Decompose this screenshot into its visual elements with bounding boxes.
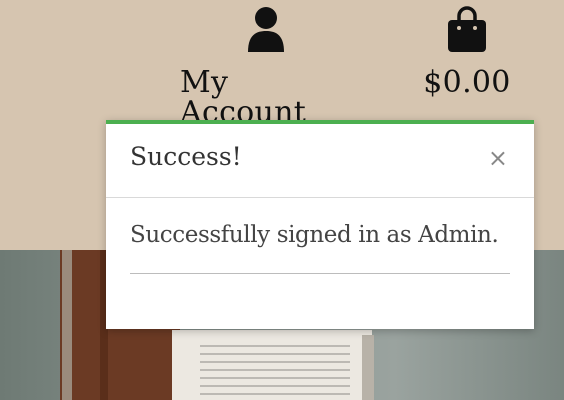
- toast-body: Successfully signed in as Admin.: [106, 198, 534, 329]
- hero-image-door-edge: [62, 250, 72, 400]
- shopping-bag-link[interactable]: $0.00: [420, 4, 514, 98]
- close-icon[interactable]: ×: [488, 146, 508, 170]
- hero-image-tape: [362, 335, 374, 400]
- success-toast: Success! × Successfully signed in as Adm…: [106, 120, 534, 329]
- my-account-link[interactable]: My Account: [180, 4, 352, 128]
- bag-total-label: $0.00: [423, 65, 511, 100]
- shopping-bag-icon: [447, 4, 487, 56]
- toast-header: Success! ×: [106, 124, 534, 198]
- user-icon: [246, 4, 286, 56]
- toast-divider: [130, 273, 510, 274]
- toast-title: Success!: [130, 142, 242, 171]
- hero-image-paper-text: [200, 345, 350, 400]
- my-account-label: My Account: [180, 65, 307, 130]
- toast-message: Successfully signed in as Admin.: [130, 222, 499, 248]
